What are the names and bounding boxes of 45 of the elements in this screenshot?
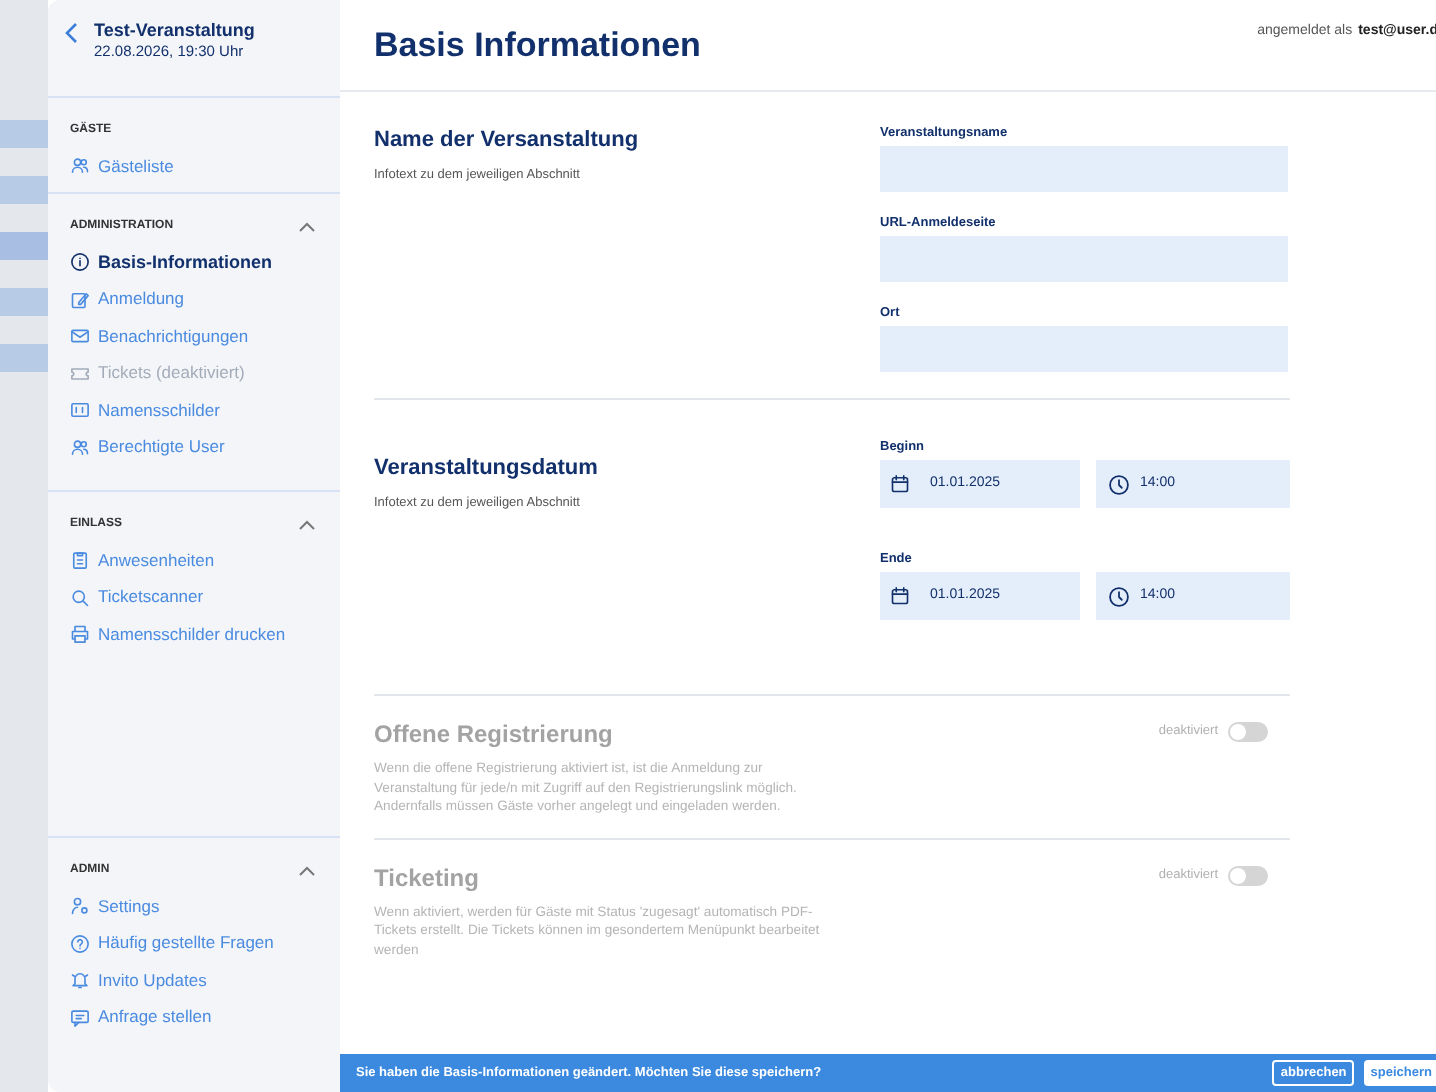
calendar-icon [890, 474, 910, 494]
chevron-up-icon[interactable] [298, 865, 316, 875]
name-badge-icon [70, 400, 90, 421]
sidebar-item[interactable]: Namensschilder [70, 392, 316, 429]
text-input-field[interactable] [880, 326, 1288, 372]
section-title: Ticketing [374, 861, 481, 895]
user-gear-icon [70, 896, 90, 917]
sidebar-item[interactable]: Namensschilder drucken [70, 616, 316, 653]
sidebar-item[interactable]: Basis-Informationen [70, 244, 316, 281]
pencil-icon [70, 289, 90, 310]
clock-icon [1108, 585, 1130, 607]
calendar-icon [890, 586, 910, 606]
sidebar-item: Tickets (deaktiviert) [70, 355, 316, 392]
sidebar-item[interactable]: Anfrage stellen [70, 999, 316, 1036]
sidebar-item[interactable]: Settings [70, 888, 316, 925]
section-title: Veranstaltungsdatum [374, 454, 600, 484]
question-icon [70, 933, 90, 954]
sidebar-item[interactable]: Berechtigte User [70, 429, 316, 466]
printer-icon [70, 624, 90, 645]
section-title: Name der Versanstaltung [374, 126, 641, 156]
sidebar-item[interactable]: Gästeliste [70, 148, 316, 185]
sidebar-item[interactable]: Häufig gestellte Fragen [70, 925, 316, 962]
envelope-icon [70, 326, 90, 347]
chevron-up-icon[interactable] [298, 221, 316, 231]
clipboard-icon [70, 550, 90, 571]
sidebar-item[interactable]: Ticketscanner [70, 579, 316, 616]
info-icon [70, 252, 90, 273]
sidebar-item[interactable]: Invito Updates [70, 962, 316, 999]
sidebar-item[interactable]: Anmeldung [70, 281, 316, 318]
back-icon[interactable] [64, 22, 78, 44]
text-input-field[interactable] [880, 146, 1288, 192]
page-title: Basis Informationen [374, 23, 701, 68]
chevron-up-icon[interactable] [298, 519, 316, 529]
event-title: Test-Veranstaltung [94, 20, 255, 42]
ticket-icon [70, 363, 90, 384]
users-icon [70, 437, 90, 458]
bell-icon [70, 970, 90, 991]
sidebar-item[interactable]: Anwesenheiten [70, 542, 316, 579]
clock-icon [1108, 473, 1130, 495]
sidebar-item[interactable]: Benachrichtigungen [70, 318, 316, 355]
section-title: Offene Registrierung [374, 718, 615, 752]
text-input-field[interactable] [880, 236, 1288, 282]
users-icon [70, 156, 90, 177]
chat-icon [70, 1007, 90, 1028]
search-icon [70, 587, 90, 608]
